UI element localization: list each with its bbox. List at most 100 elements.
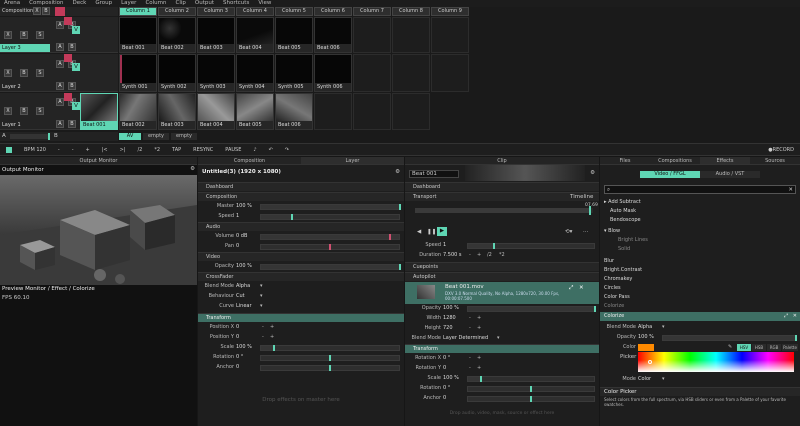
master-slider[interactable]	[260, 203, 401, 210]
scale-value[interactable]: 100 %	[236, 343, 252, 352]
colorize-close-icon[interactable]: ✕	[793, 312, 797, 321]
effect-item[interactable]: Circles	[604, 284, 794, 293]
blend-chevron-icon[interactable]: ▾	[260, 282, 263, 291]
empty-cell[interactable]	[392, 54, 430, 92]
panel-tab-output[interactable]: Output Monitor	[0, 157, 197, 165]
menu-clip[interactable]: Clip	[176, 0, 186, 7]
half-button[interactable]: /2	[137, 147, 142, 153]
empty-cell[interactable]	[392, 93, 430, 130]
bpm-nudge-minus-button[interactable]: -	[72, 147, 74, 153]
layer-2-bypass-button[interactable]: B	[20, 69, 28, 77]
clip-cell[interactable]: Beat 006	[275, 93, 313, 130]
loop-mode-icon[interactable]: ⟲▾	[565, 229, 572, 235]
clip-section-dashboard[interactable]: Dashboard	[405, 182, 599, 191]
anchor-value[interactable]: 0	[236, 363, 239, 372]
undo-icon[interactable]: ↶	[269, 147, 273, 153]
layer-2-b2-button[interactable]: B	[68, 82, 76, 90]
duration-minus-button[interactable]: -	[469, 251, 471, 260]
deck-tab-av[interactable]: AV	[119, 133, 141, 140]
layer-1-bypass-button[interactable]: B	[20, 107, 28, 115]
column-header-8[interactable]: Column 8	[392, 7, 430, 16]
color-picker-cursor[interactable]	[648, 360, 652, 364]
double-button[interactable]: *2	[154, 147, 160, 153]
layer-1-v-button[interactable]: V	[72, 102, 80, 110]
clip-opacity-slider[interactable]	[467, 305, 596, 312]
behaviour-dropdown[interactable]: Cut	[236, 292, 245, 301]
posx-minus-button[interactable]: -	[262, 323, 264, 332]
effects-search-input[interactable]: ⌕ ✕	[604, 185, 796, 194]
section-dashboard[interactable]: Dashboard	[198, 182, 404, 191]
clip-cell[interactable]: Synth 003	[197, 54, 235, 92]
crossfader-slider[interactable]	[10, 133, 50, 140]
menu-arena[interactable]: Arena	[4, 0, 20, 7]
opacity-value[interactable]: 100 %	[236, 262, 252, 271]
menu-group[interactable]: Group	[95, 0, 112, 7]
panel-tab-sources[interactable]: Sources	[750, 157, 800, 165]
panel-tab-effects[interactable]: Effects	[700, 157, 750, 165]
menu-deck[interactable]: Deck	[73, 0, 87, 7]
layer-3-v-button[interactable]: V	[72, 26, 80, 34]
colorize-opacity-value[interactable]: 100 %	[638, 333, 654, 342]
pause-button[interactable]: PAUSE	[225, 147, 241, 153]
effect-item[interactable]: Colorize	[604, 302, 794, 311]
clip-rotx-plus-button[interactable]: +	[477, 354, 481, 363]
menu-output[interactable]: Output	[195, 0, 214, 7]
panel-tab-composition[interactable]: Composition	[198, 157, 301, 165]
hsb-tab[interactable]: HSB	[752, 344, 766, 351]
clip-cell[interactable]: Beat 003	[197, 17, 235, 53]
panel-tab-files[interactable]: Files	[600, 157, 650, 165]
layer-1-a-button[interactable]: A	[56, 98, 64, 106]
volume-handle[interactable]	[389, 233, 391, 240]
clip-name-field[interactable]: Beat 001	[409, 170, 459, 178]
clip-scale-value[interactable]: 100 %	[443, 374, 459, 383]
layer-3-a-button[interactable]: A	[56, 21, 64, 29]
clip-scale-handle[interactable]	[480, 375, 482, 382]
effect-item[interactable]: Bright.Contrast	[604, 266, 794, 275]
layer-3-clear-button[interactable]: X	[4, 31, 12, 39]
play-backward-icon[interactable]: ◀	[417, 229, 421, 235]
scale-slider[interactable]	[260, 344, 400, 351]
layer-2-solo-button[interactable]: S	[36, 69, 44, 77]
effects-tab-video[interactable]: Video / FFGL	[640, 171, 700, 178]
clip-section-autopilot[interactable]: Autopilot	[405, 272, 599, 281]
colorize-opacity-handle[interactable]	[795, 334, 797, 341]
clip-cell[interactable]: Synth 005	[275, 54, 313, 92]
anchor-slider[interactable]	[260, 364, 400, 371]
clip-section-cuepoints[interactable]: Cuepoints	[405, 262, 599, 271]
speed-value[interactable]: 1	[236, 212, 239, 221]
composition-clear-button[interactable]: X	[33, 7, 41, 15]
clip-blend-dropdown[interactable]: Layer Determined	[443, 334, 488, 343]
duration-value[interactable]: 7.500 s	[443, 251, 462, 260]
column-header-2[interactable]: Column 2	[158, 7, 196, 16]
composition-bypass-button[interactable]: B	[42, 7, 50, 15]
behaviour-chevron-icon[interactable]: ▾	[260, 292, 263, 301]
menu-shortcuts[interactable]: Shortcuts	[223, 0, 249, 7]
clip-height-value[interactable]: 720	[443, 324, 453, 333]
menu-layer[interactable]: Layer	[121, 0, 136, 7]
effect-item[interactable]: ▸ Add Subtract	[604, 198, 794, 207]
clip-width-plus-button[interactable]: +	[477, 314, 481, 323]
clip-cell[interactable]: Beat 002	[119, 93, 157, 130]
layer-2-v-button[interactable]: V	[72, 63, 80, 71]
clip-blend-chevron-icon[interactable]: ▾	[497, 334, 500, 343]
clip-rotation-value[interactable]: 0 °	[443, 384, 450, 393]
column-header-4[interactable]: Column 4	[236, 7, 274, 16]
empty-cell[interactable]	[431, 54, 469, 92]
clip-roty-value[interactable]: 0	[443, 364, 446, 373]
clip-rotation-slider[interactable]	[467, 385, 595, 392]
clip-anchor-value[interactable]: 0	[443, 394, 446, 403]
clip-width-value[interactable]: 1280	[443, 314, 456, 323]
panel-tab-clip[interactable]: Clip	[405, 157, 599, 165]
clip-anchor-slider[interactable]	[467, 395, 595, 402]
clip-cell[interactable]: Synth 004	[236, 54, 274, 92]
layer-2-clear-button[interactable]: X	[4, 69, 12, 77]
clip-anchor-handle[interactable]	[530, 395, 532, 402]
menu-view[interactable]: View	[258, 0, 271, 7]
clip-file-close-icon[interactable]: ✕	[579, 285, 584, 291]
layer-1-name[interactable]: Layer 1	[0, 121, 50, 129]
master-handle[interactable]	[399, 203, 401, 210]
clip-timeline-bar[interactable]	[415, 206, 593, 215]
volume-value[interactable]: 0 dB	[236, 232, 247, 241]
clip-transport-options-icon[interactable]: ⋯	[583, 229, 589, 235]
effect-item[interactable]: Solid	[604, 245, 794, 254]
